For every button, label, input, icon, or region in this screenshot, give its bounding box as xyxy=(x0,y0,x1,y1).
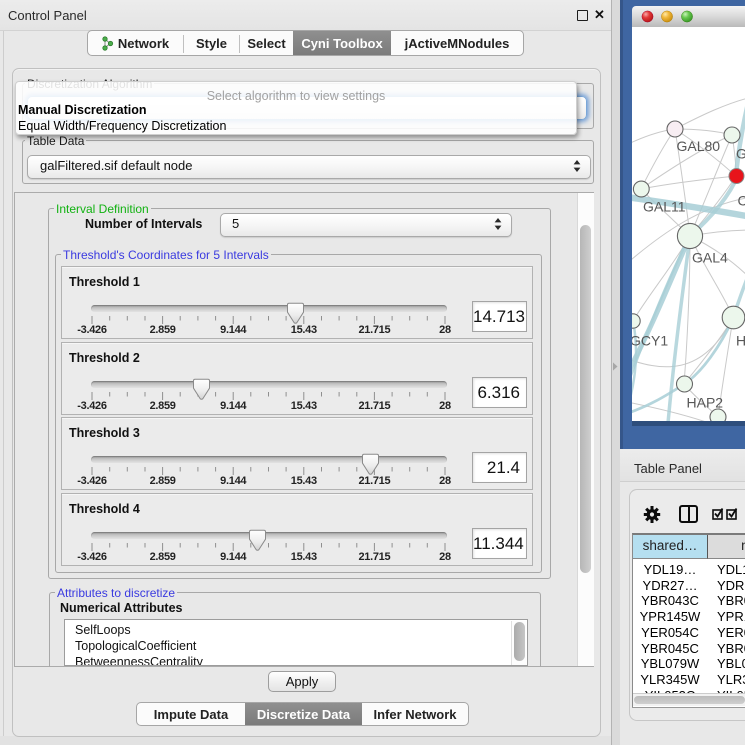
svg-text:GAL3: GAL3 xyxy=(736,146,745,162)
svg-text:GAL11: GAL11 xyxy=(643,199,686,215)
svg-text:HAP4: HAP4 xyxy=(736,333,745,349)
svg-text:CDC: CDC xyxy=(738,193,745,209)
svg-text:GAL4: GAL4 xyxy=(692,250,728,266)
svg-text:HAP2: HAP2 xyxy=(687,395,724,411)
svg-text:GAL80: GAL80 xyxy=(677,138,721,154)
svg-text:GCY1: GCY1 xyxy=(632,333,668,349)
